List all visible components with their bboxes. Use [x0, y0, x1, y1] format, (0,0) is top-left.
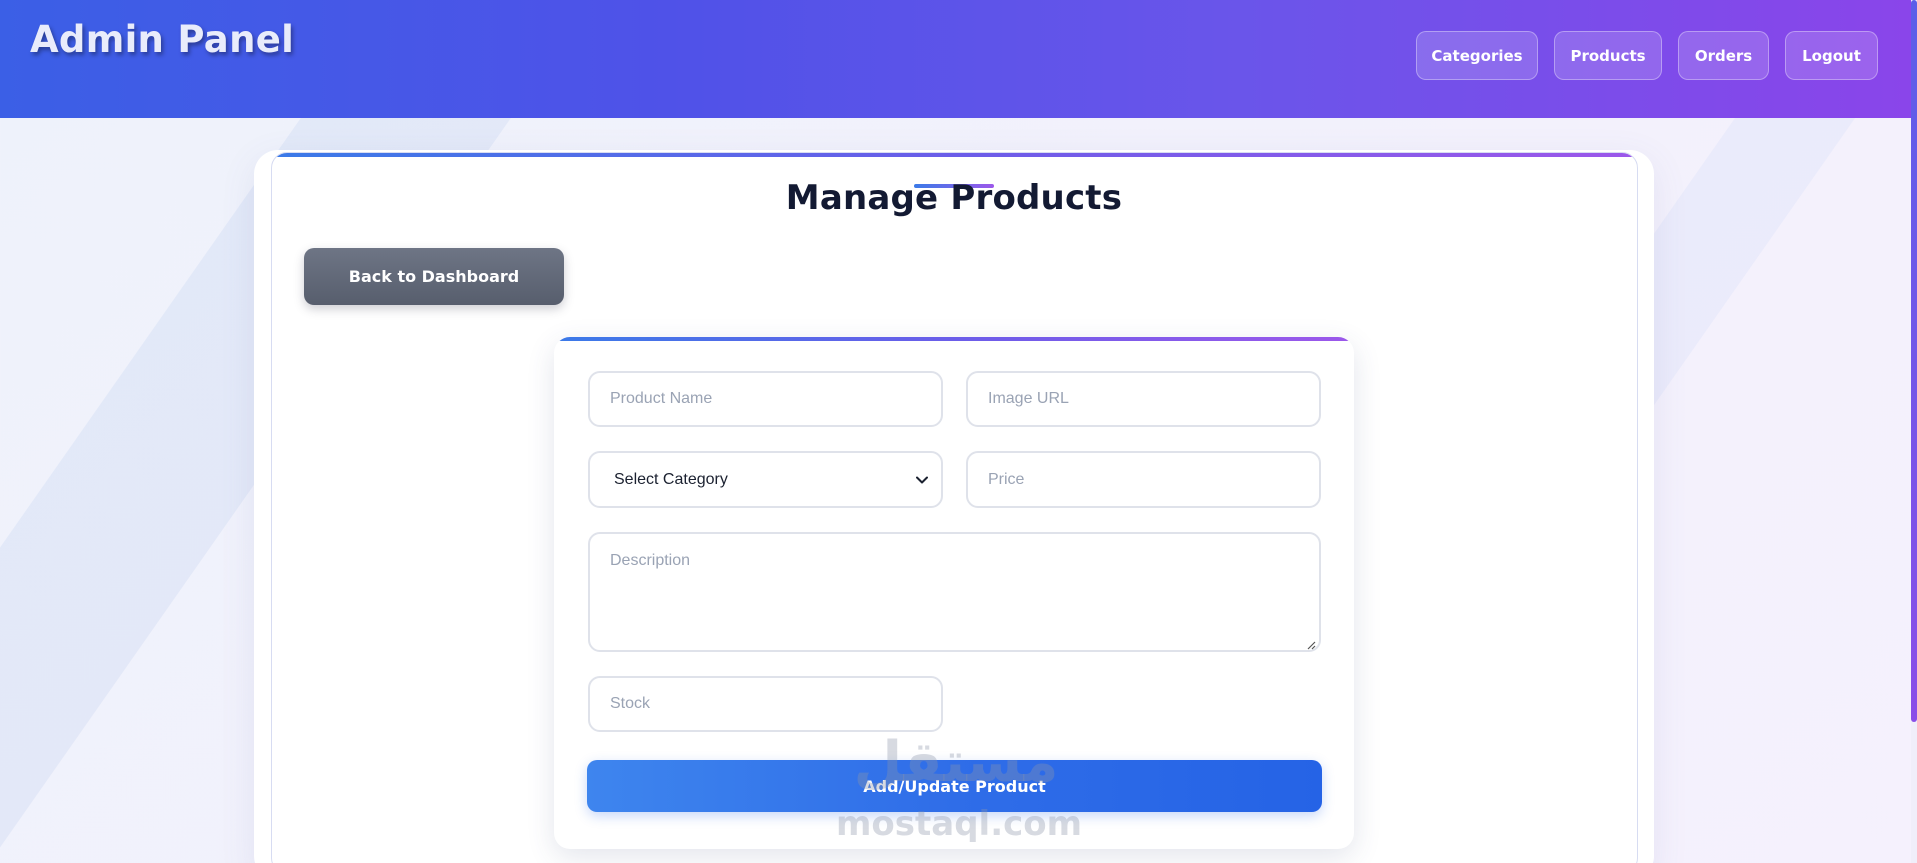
- add-update-product-button[interactable]: Add/Update Product: [587, 760, 1322, 812]
- nav-products-button[interactable]: Products: [1554, 31, 1662, 80]
- price-input[interactable]: Price: [966, 451, 1321, 508]
- main-nav: Categories Products Orders Logout: [1416, 31, 1878, 80]
- image-url-placeholder: Image URL: [988, 390, 1069, 407]
- category-select[interactable]: Select Category: [588, 451, 943, 508]
- page-scrollbar[interactable]: [1911, 0, 1917, 863]
- category-selected-value: Select Category: [614, 470, 728, 488]
- product-name-placeholder: Product Name: [610, 390, 713, 407]
- nav-categories-button[interactable]: Categories: [1416, 31, 1538, 80]
- nav-logout-button[interactable]: Logout: [1785, 31, 1878, 80]
- scrollbar-thumb[interactable]: [1911, 0, 1917, 722]
- description-textarea[interactable]: Description: [588, 532, 1321, 652]
- price-placeholder: Price: [988, 470, 1025, 488]
- top-header: Admin Panel Categories Products Orders L…: [0, 0, 1911, 118]
- page-title: Manage Products: [785, 178, 1123, 218]
- nav-orders-button[interactable]: Orders: [1678, 31, 1769, 80]
- brand-title: Admin Panel: [30, 18, 295, 61]
- chevron-down-icon: [915, 473, 929, 487]
- description-placeholder: Description: [610, 552, 691, 569]
- image-url-input[interactable]: Image URL: [966, 371, 1321, 427]
- form-accent-bar: [554, 337, 1354, 341]
- back-to-dashboard-button[interactable]: Back to Dashboard: [304, 248, 564, 305]
- resize-grip-icon[interactable]: [1306, 637, 1316, 650]
- card-accent-bar: [272, 153, 1637, 157]
- stock-placeholder: Stock: [610, 695, 651, 712]
- stock-input[interactable]: Stock: [588, 676, 943, 732]
- product-name-input[interactable]: Product Name: [588, 371, 943, 427]
